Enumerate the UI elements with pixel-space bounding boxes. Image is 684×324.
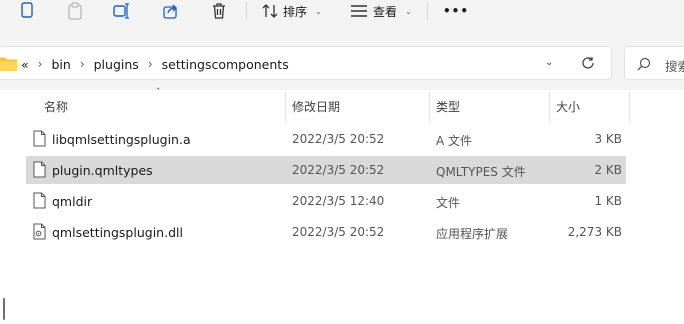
sort-ascending-icon: ˆ — [156, 88, 161, 98]
file-icon — [33, 192, 46, 209]
chevron-right-icon: › — [79, 57, 85, 71]
toolbar-divider — [246, 2, 247, 20]
address-row: « › bin › plugins › settingscomponents ⌄… — [0, 26, 684, 90]
command-bar: 排序 ⌄ 查看 ⌄ ••• — [0, 0, 684, 26]
delete-icon[interactable] — [208, 2, 230, 20]
column-header-type[interactable]: 类型 — [436, 98, 460, 115]
rename-icon[interactable] — [111, 2, 133, 20]
chevron-down-icon: ⌄ — [405, 6, 412, 16]
file-date: 2022/3/5 20:52 — [292, 132, 385, 146]
file-size: 2 KB — [594, 163, 622, 177]
file-type: 文件 — [436, 196, 461, 210]
file-type: QMLTYPES 文件 — [436, 165, 526, 179]
file-icon — [33, 161, 46, 178]
column-divider[interactable] — [285, 92, 286, 122]
column-header-name[interactable]: 名称 — [44, 98, 68, 115]
address-history-chevron-icon[interactable]: ⌄ — [545, 57, 553, 68]
file-date: 2022/3/5 20:52 — [292, 163, 385, 177]
navigation-pane-edge — [0, 90, 10, 324]
view-icon — [351, 5, 367, 17]
sort-button[interactable]: 排序 ⌄ — [262, 1, 322, 21]
copy-icon[interactable] — [16, 2, 38, 20]
file-type: A 文件 — [436, 134, 473, 148]
column-divider[interactable] — [629, 92, 630, 122]
file-row-selected[interactable]: plugin.qmltypes 2022/3/5 20:52 QMLTYPES … — [26, 156, 626, 184]
sort-label: 排序 — [283, 4, 308, 19]
file-name: libqmlsettingsplugin.a — [52, 132, 191, 147]
file-name: qmlsettingsplugin.dll — [52, 225, 183, 240]
column-divider[interactable] — [549, 92, 550, 122]
toolbar-divider — [427, 2, 428, 20]
file-date: 2022/3/5 12:40 — [292, 194, 385, 208]
folder-icon — [0, 57, 17, 71]
chevron-right-icon: › — [147, 57, 153, 71]
paste-icon[interactable] — [64, 2, 86, 20]
breadcrumb-item-plugins[interactable]: plugins — [94, 57, 139, 72]
search-icon — [637, 57, 651, 71]
dll-file-icon — [33, 223, 46, 240]
file-row[interactable]: qmlsettingsplugin.dll 2022/3/5 20:52 应用程… — [26, 218, 626, 246]
more-icon: ••• — [443, 4, 470, 18]
file-name: plugin.qmltypes — [52, 163, 153, 178]
view-button[interactable]: 查看 ⌄ — [350, 1, 412, 21]
file-icon — [33, 130, 46, 147]
column-header-row: 名称 修改日期 类型 大小 — [0, 90, 684, 122]
chevron-down-icon: ⌄ — [315, 6, 322, 16]
file-size: 3 KB — [594, 132, 622, 146]
column-header-date[interactable]: 修改日期 — [292, 98, 340, 115]
chevron-right-icon: › — [37, 57, 43, 71]
file-name: qmldir — [52, 194, 93, 209]
file-row[interactable]: libqmlsettingsplugin.a 2022/3/5 20:52 A … — [26, 125, 626, 153]
column-header-size[interactable]: 大小 — [556, 98, 580, 115]
nav-scrollbar[interactable] — [3, 298, 5, 320]
more-options-button[interactable]: ••• — [443, 1, 469, 21]
address-bar[interactable]: « › bin › plugins › settingscomponents ⌄ — [0, 46, 612, 80]
sort-icon — [262, 4, 278, 18]
search-box[interactable]: 搜索 — [624, 46, 684, 80]
file-date: 2022/3/5 20:52 — [292, 225, 385, 239]
file-row[interactable]: qmldir 2022/3/5 12:40 文件 1 KB — [26, 187, 626, 215]
view-label: 查看 — [373, 4, 398, 19]
column-divider[interactable] — [429, 92, 430, 122]
file-size: 1 KB — [594, 194, 622, 208]
file-type: 应用程序扩展 — [436, 227, 509, 241]
breadcrumb-item-settingscomponents[interactable]: settingscomponents — [162, 57, 289, 72]
breadcrumb: « › bin › plugins › settingscomponents — [21, 47, 289, 81]
file-size: 2,273 KB — [567, 225, 622, 239]
search-placeholder: 搜索 — [665, 59, 684, 74]
share-icon[interactable] — [160, 2, 182, 20]
refresh-icon[interactable] — [581, 56, 595, 70]
breadcrumb-item-bin[interactable]: bin — [51, 57, 70, 72]
breadcrumb-overflow[interactable]: « — [21, 57, 29, 72]
